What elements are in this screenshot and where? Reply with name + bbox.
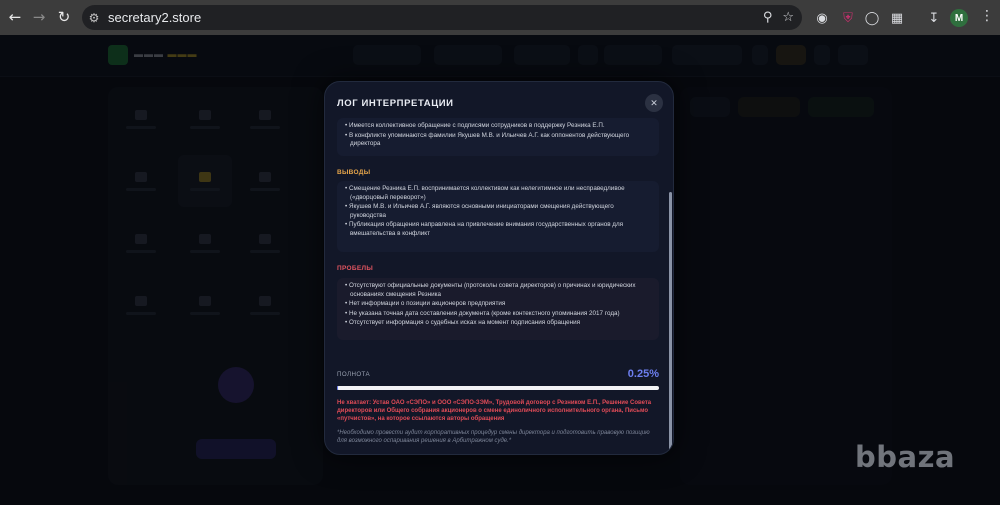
list-item: • Нет информации о позиции акционеров пр… [345,300,506,308]
star-icon[interactable]: ☆ [782,10,794,25]
puzzle-icon[interactable]: ▦ [887,8,907,28]
watermark-logo: bbaza [855,440,956,474]
avatar[interactable]: M [950,9,968,27]
modal-title: ЛОГ ИНТЕРПРЕТАЦИИ [337,98,454,109]
list-item: • Публикация обращения направлена на при… [345,221,624,237]
list-item: • Имеется коллективное обращение с подпи… [345,122,605,129]
list-item: • Отсутствует информация о судебных иска… [345,319,581,327]
shield-icon[interactable]: ⛨ [838,8,858,28]
completeness-value: 0.25% [627,368,659,380]
list-item: • Не указана точная дата составления док… [345,309,620,317]
globe-icon[interactable]: ◯ [862,8,882,28]
conclusions-block: • Смещение Резника Е.П. воспринимается к… [337,181,659,252]
missing-documents-text: Не хватает: Устав ОАО «СЭПО» и ООО «СЭПО… [337,400,652,423]
conclusions-heading: ВЫВОДЫ [337,169,371,176]
completeness-progress-fill [337,386,338,390]
kebab-menu-icon[interactable]: ⋮ [980,8,994,24]
gaps-heading: ПРОБЕЛЫ [337,265,374,272]
forward-arrow-icon[interactable]: → [26,4,52,30]
recommendation-note: *Необходимо провести аудит корпоративных… [337,430,650,445]
download-icon[interactable]: ↧ [924,8,944,28]
list-item: • Якушев М.В. и Ильичев А.Г. являются ос… [345,203,614,219]
list-item: • Отсутствуют официальные документы (про… [345,282,636,298]
facts-block: • Имеется коллективное обращение с подпи… [337,118,659,156]
list-item: • В конфликте упоминаются фамилии Якушев… [345,131,630,148]
completeness-label: ПОЛНОТА [337,371,371,378]
close-button[interactable]: ✕ [645,94,663,112]
incognito-icon[interactable]: ◉ [812,8,832,28]
modal-scrollbar[interactable] [669,192,672,450]
reload-icon[interactable]: ↻ [51,4,77,30]
back-arrow-icon[interactable]: ← [2,4,28,30]
interpretation-log-modal: ЛОГ ИНТЕРПРЕТАЦИИ ✕ • Имеется коллективн… [324,81,674,455]
completeness-progress-bar [337,386,659,390]
list-item: • Смещение Резника Е.П. воспринимается к… [345,185,625,201]
browser-toolbar: ← → ↻ ⚙ secretary2.store ⚲ ☆ ◉ ⛨ ◯ ▦ ↧ M… [0,0,1000,35]
address-bar[interactable]: ⚙ secretary2.store ⚲ ☆ [82,5,802,30]
gaps-block: • Отсутствуют официальные документы (про… [337,278,659,340]
url-text: secretary2.store [108,10,202,25]
site-settings-icon[interactable]: ⚙ [82,11,106,25]
close-icon: ✕ [650,97,658,108]
zoom-icon[interactable]: ⚲ [763,10,773,25]
modal-scroll-area[interactable]: • Имеется коллективное обращение с подпи… [325,118,673,454]
